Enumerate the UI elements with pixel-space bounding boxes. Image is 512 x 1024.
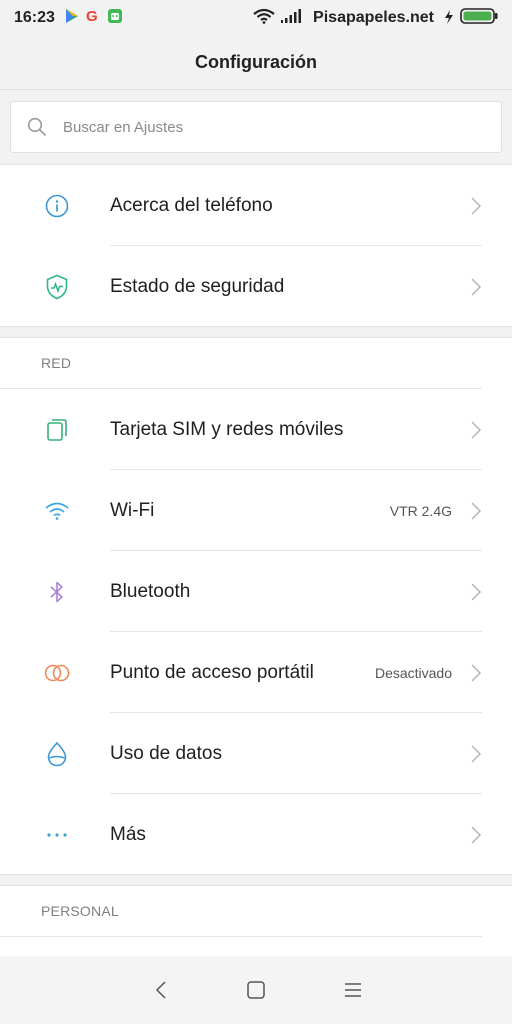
wifi-status-icon — [253, 8, 275, 29]
settings-item-security-status[interactable]: Estado de seguridad — [0, 246, 512, 327]
device-group: Acerca del teléfono Estado de seguridad — [0, 164, 512, 327]
chevron-right-icon — [471, 663, 482, 682]
settings-item-bluetooth[interactable]: Bluetooth — [0, 551, 512, 632]
android-robot-icon — [107, 8, 123, 29]
settings-item-hotspot[interactable]: Punto de acceso portátil Desactivado — [0, 632, 512, 713]
settings-item-data-usage[interactable]: Uso de datos — [0, 713, 512, 794]
settings-item-label: Acerca del teléfono — [110, 194, 273, 216]
wifi-icon — [44, 498, 70, 524]
settings-item-more[interactable]: Más — [0, 794, 512, 875]
page-title: Configuración — [195, 52, 317, 72]
settings-item-label: Uso de datos — [110, 742, 222, 764]
google-icon: G — [85, 8, 101, 29]
chevron-right-icon — [471, 582, 482, 601]
carrier-name: Pisapapeles.net — [313, 9, 434, 26]
settings-item-label: Tarjeta SIM y redes móviles — [110, 418, 344, 440]
back-icon[interactable] — [150, 978, 174, 1002]
navigation-bar — [0, 956, 512, 1024]
battery-icon — [460, 7, 498, 29]
play-store-icon — [65, 8, 79, 29]
settings-item-about-phone[interactable]: Acerca del teléfono — [0, 165, 512, 246]
settings-item-sim[interactable]: Tarjeta SIM y redes móviles — [0, 389, 512, 470]
home-icon[interactable] — [244, 978, 268, 1002]
chevron-right-icon — [471, 501, 482, 520]
chevron-right-icon — [471, 420, 482, 439]
settings-item-wifi[interactable]: Wi-Fi VTR 2.4G — [0, 470, 512, 551]
title-bar: Configuración — [0, 36, 512, 90]
search-input[interactable]: Buscar en Ajustes — [10, 101, 502, 153]
settings-item-label: Estado de seguridad — [110, 275, 285, 297]
hotspot-icon — [44, 660, 70, 686]
chevron-right-icon — [471, 825, 482, 844]
info-icon — [44, 193, 70, 219]
settings-item-label: Punto de acceso portátil — [110, 661, 314, 683]
sim-card-icon — [44, 417, 70, 443]
bluetooth-icon — [44, 579, 70, 605]
settings-item-label: Más — [110, 823, 146, 845]
more-icon — [44, 822, 70, 848]
section-header-personal: PERSONAL — [0, 886, 482, 937]
chevron-right-icon — [471, 277, 482, 296]
search-area: Buscar en Ajustes — [0, 91, 512, 163]
charging-icon — [444, 9, 454, 27]
settings-item-label: Wi-Fi — [110, 499, 155, 521]
signal-icon — [281, 8, 303, 28]
data-usage-icon — [44, 741, 70, 767]
status-bar: 16:23 G Pisapapeles.net — [0, 0, 512, 36]
network-group: RED Tarjeta SIM y redes móviles Wi-Fi VT… — [0, 337, 512, 875]
settings-item-label: Bluetooth — [110, 580, 191, 602]
menu-icon[interactable] — [341, 978, 365, 1002]
svg-text:G: G — [86, 8, 98, 24]
section-header-network: RED — [0, 338, 482, 389]
settings-item-value: VTR 2.4G — [389, 502, 452, 519]
search-placeholder: Buscar en Ajustes — [63, 118, 184, 136]
settings-item-value: Desactivado — [374, 664, 452, 681]
chevron-right-icon — [471, 196, 482, 215]
status-time: 16:23 — [14, 9, 55, 26]
search-icon — [27, 117, 47, 137]
shield-icon — [44, 274, 70, 300]
chevron-right-icon — [471, 744, 482, 763]
